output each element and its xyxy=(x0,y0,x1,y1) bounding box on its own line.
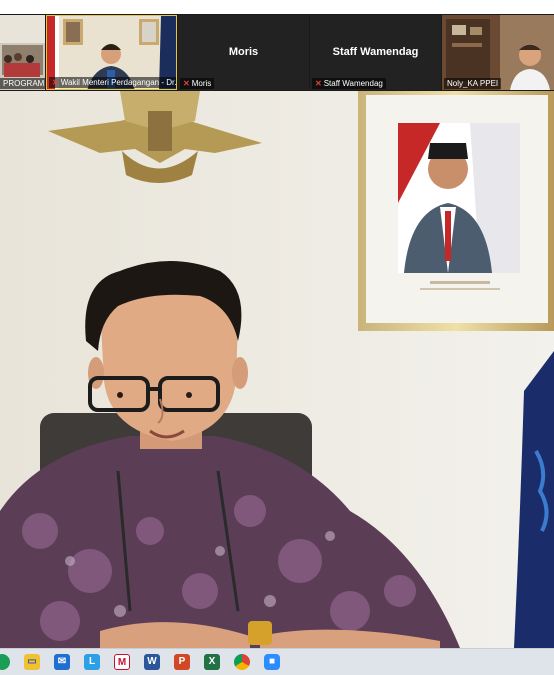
mcafee-icon[interactable]: M xyxy=(114,654,130,670)
framed-portrait xyxy=(358,91,554,331)
participant-caption: ✕ Wakil Menteri Perdagangan - Dr... xyxy=(49,77,176,88)
participant-name: Moris xyxy=(228,46,259,58)
participant-tile[interactable]: Noly_KA PPEI xyxy=(442,15,554,90)
excel-icon[interactable]: X xyxy=(204,654,220,670)
gallery-strip: PROGRAM S... ✕Wakil Menteri Perdagangan … xyxy=(0,14,554,91)
participant-tile[interactable]: Moris ✕ Moris xyxy=(178,15,309,90)
wristwatch xyxy=(248,621,272,645)
mic-muted-icon: ✕ xyxy=(183,79,190,88)
participant-caption: PROGRAM S... xyxy=(0,78,45,89)
mail-icon[interactable]: ✉ xyxy=(54,654,70,670)
zoom-icon[interactable]: ■ xyxy=(264,654,280,670)
chrome-app-icon[interactable] xyxy=(0,654,10,670)
top-bar xyxy=(0,0,554,14)
file-explorer-icon[interactable]: ▭ xyxy=(24,654,40,670)
participant-caption: ✕ Moris xyxy=(180,78,215,89)
participant-name: Staff Wamendag xyxy=(332,46,419,58)
participant-tile[interactable]: PROGRAM S... xyxy=(0,15,45,90)
lync-icon[interactable]: L xyxy=(84,654,100,670)
speaker-scene xyxy=(0,91,554,648)
powerpoint-icon[interactable]: P xyxy=(174,654,190,670)
chrome-icon[interactable] xyxy=(234,654,250,670)
mic-muted-icon: ✕ xyxy=(315,79,322,88)
participant-caption: Noly_KA PPEI xyxy=(444,78,502,89)
participant-tile-active[interactable]: ✕ Wakil Menteri Perdagangan - Dr... xyxy=(46,15,177,90)
mic-muted-icon: ✕ xyxy=(52,78,59,87)
active-speaker-video[interactable] xyxy=(0,91,554,648)
participant-tile[interactable]: Staff Wamendag ✕ Staff Wamendag xyxy=(310,15,441,90)
word-icon[interactable]: W xyxy=(144,654,160,670)
taskbar: ▭ ✉ L M W P X ■ xyxy=(0,648,554,675)
participant-caption: ✕ Staff Wamendag xyxy=(312,78,386,89)
